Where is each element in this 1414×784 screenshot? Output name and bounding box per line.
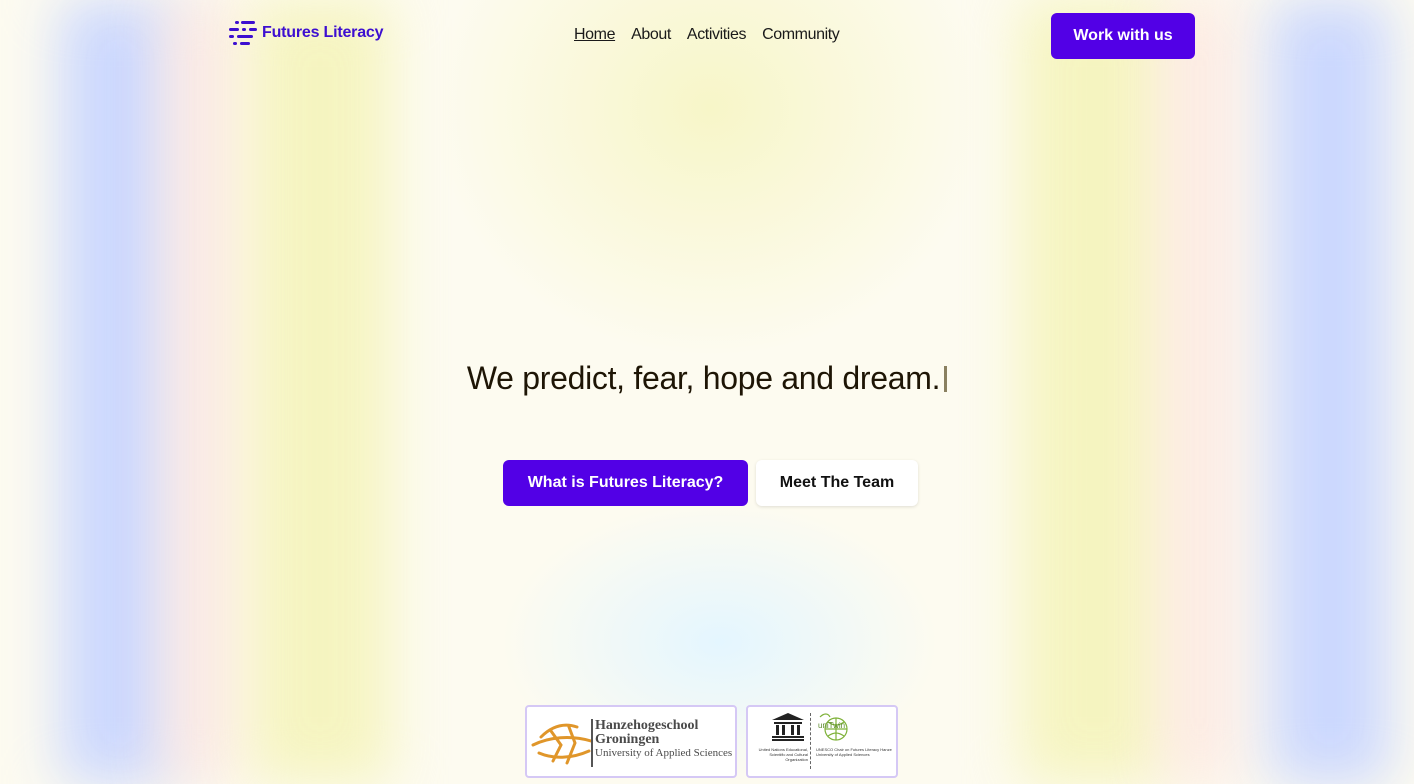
unesco-temple-icon xyxy=(772,713,804,741)
hanze-wordmark: Hanzehogeschool Groningen University of … xyxy=(595,719,732,760)
futures-literacy-logo-icon xyxy=(229,21,257,45)
meet-the-team-button[interactable]: Meet The Team xyxy=(756,460,918,506)
what-is-futures-literacy-button[interactable]: What is Futures Literacy? xyxy=(503,460,748,506)
nav-activities-link[interactable]: Activities xyxy=(687,26,747,44)
hanze-line-1: Hanzehogeschool xyxy=(595,718,699,733)
brand-name: Futures Literacy xyxy=(262,24,384,41)
hanze-line-3: University of Applied Sciences xyxy=(595,747,733,759)
unesco-org-text: United Nations Educational, Scientific a… xyxy=(758,747,808,762)
hanze-emblem-icon xyxy=(531,719,593,767)
hanze-line-2: Groningen xyxy=(595,732,660,747)
nav-community-link[interactable]: Community xyxy=(762,26,840,44)
hanze-logo-card[interactable]: Hanzehogeschool Groningen University of … xyxy=(525,705,737,778)
unesco-logo-card[interactable]: United Nations Educational, Scientific a… xyxy=(746,705,898,778)
nav-home-link[interactable]: Home xyxy=(574,26,615,44)
unesco-divider xyxy=(810,713,811,769)
typing-cursor xyxy=(944,365,948,392)
unitwin-label: uniTwin xyxy=(818,721,846,730)
partner-logos: Hanzehogeschool Groningen University of … xyxy=(525,705,898,778)
unesco-chair-text: UNESCO Chair on Futures Literacy Hanze U… xyxy=(816,747,892,757)
main-menu: Home About Activities Community xyxy=(574,26,840,44)
hero-section: We predict, fear, hope and dream. What i… xyxy=(0,360,1414,506)
hero-actions: What is Futures Literacy? Meet The Team xyxy=(503,460,918,506)
top-navigation: Futures Literacy Home About Activities C… xyxy=(0,0,1414,72)
hero-headline-text: We predict, fear, hope and dream. xyxy=(466,360,941,396)
hero-headline: We predict, fear, hope and dream. xyxy=(466,360,948,397)
work-with-us-button[interactable]: Work with us xyxy=(1051,13,1195,59)
nav-about-link[interactable]: About xyxy=(631,26,671,44)
brand-logo[interactable]: Futures Literacy xyxy=(229,21,383,45)
